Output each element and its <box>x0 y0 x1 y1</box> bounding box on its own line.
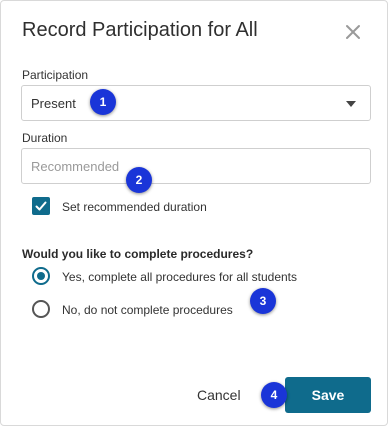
recommended-duration-label: Set recommended duration <box>62 200 207 214</box>
cancel-button[interactable]: Cancel <box>197 387 241 403</box>
radio-complete-procedures-label: Yes, complete all procedures for all stu… <box>62 270 298 284</box>
radio-skip-procedures[interactable] <box>32 300 50 318</box>
chevron-down-icon <box>346 101 356 107</box>
save-button[interactable]: Save <box>285 377 371 413</box>
procedures-question: Would you like to complete procedures? <box>22 247 254 261</box>
participation-selected-value: Present <box>31 96 76 111</box>
dialog-title: Record Participation for All <box>22 19 258 41</box>
close-icon[interactable] <box>343 22 363 42</box>
callout-badge-1: 1 <box>90 89 116 115</box>
recommended-duration-checkbox[interactable] <box>32 197 50 215</box>
callout-badge-2: 2 <box>126 167 152 193</box>
radio-complete-procedures[interactable] <box>32 267 50 285</box>
checkmark-icon <box>35 201 47 211</box>
radio-skip-procedures-label: No, do not complete procedures <box>62 303 233 317</box>
record-participation-dialog: Record Participation for All Participati… <box>0 0 388 426</box>
duration-label: Duration <box>22 131 68 145</box>
participation-label: Participation <box>22 68 89 82</box>
callout-badge-4: 4 <box>261 382 287 408</box>
participation-select[interactable]: Present <box>21 85 371 121</box>
callout-badge-3: 3 <box>250 288 276 314</box>
duration-input[interactable] <box>21 148 371 184</box>
